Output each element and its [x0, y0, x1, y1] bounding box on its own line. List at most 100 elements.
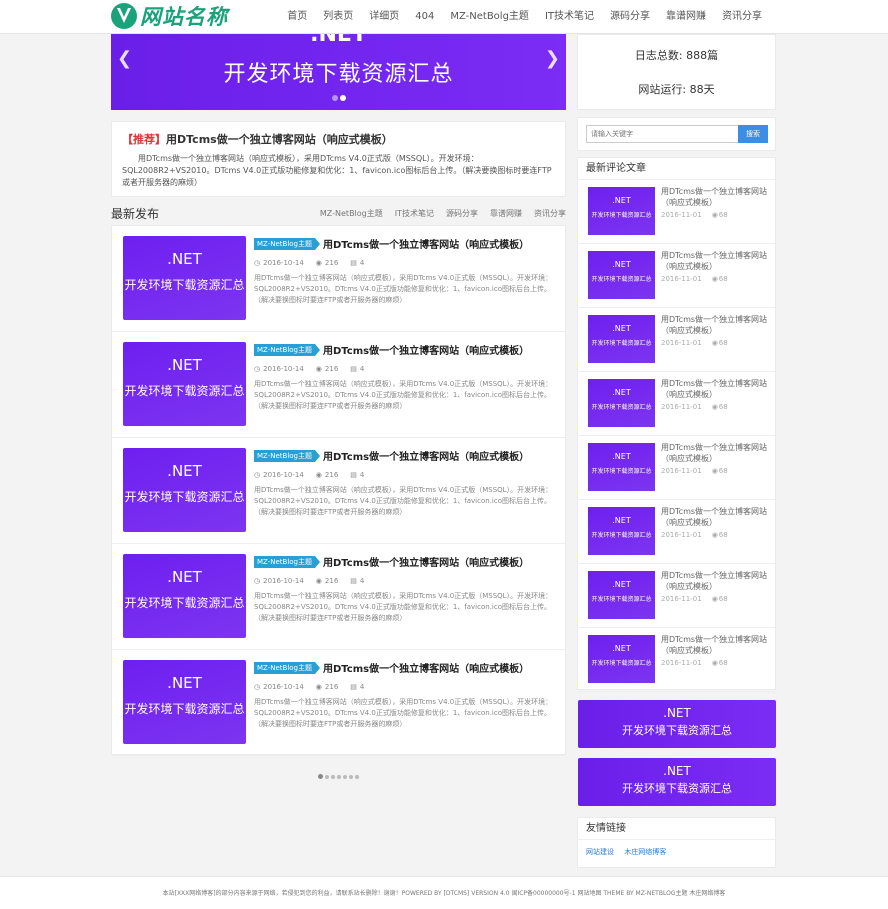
- comment-article-title[interactable]: 用DTcms做一个独立博客网站（响应式模板）: [661, 442, 771, 464]
- category-tag[interactable]: MZ-NetBlog主题: [254, 237, 320, 250]
- comment-article-title[interactable]: 用DTcms做一个独立博客网站（响应式模板）: [661, 506, 771, 528]
- article-thumbnail[interactable]: .NET 开发环境下载资源汇总: [123, 342, 246, 426]
- comment-thumbnail[interactable]: .NET 开发环境下载资源汇总: [588, 635, 655, 683]
- category-tag[interactable]: MZ-NetBlog主题: [254, 555, 320, 568]
- comment-article-item[interactable]: .NET 开发环境下载资源汇总 用DTcms做一个独立博客网站（响应式模板） 2016…: [578, 244, 775, 308]
- nav-earn[interactable]: 靠谱网赚: [658, 0, 714, 34]
- ad-line2: 开发环境下载资源汇总: [622, 782, 732, 795]
- comment-date: 2016-11-01: [661, 467, 702, 475]
- article-body: MZ-NetBlog主题 用DTcms做一个独立博客网站（响应式模板） ◷ 2016-…: [254, 236, 556, 306]
- banner-carousel[interactable]: .NET 开发环境下载资源汇总 ❮ ❯: [111, 34, 566, 110]
- ad-banner-2[interactable]: .NET 开发环境下载资源汇总: [578, 758, 776, 806]
- comment-article-title[interactable]: 用DTcms做一个独立博客网站（响应式模板）: [661, 570, 771, 592]
- latest-tab-news[interactable]: 资讯分享: [534, 208, 566, 219]
- eye-icon: ◉: [711, 211, 718, 219]
- latest-tab-earn[interactable]: 靠谱网赚: [490, 208, 522, 219]
- chevron-left-icon[interactable]: ❮: [117, 48, 132, 69]
- recommend-label: 【推荐】: [122, 133, 166, 146]
- comment-views: 68: [718, 467, 728, 475]
- comment-article-item[interactable]: .NET 开发环境下载资源汇总 用DTcms做一个独立博客网站（响应式模板） 2016…: [578, 628, 775, 692]
- comment-views: 68: [718, 211, 728, 219]
- comment-article-title[interactable]: 用DTcms做一个独立博客网站（响应式模板）: [661, 250, 771, 272]
- comment-article-item[interactable]: .NET 开发环境下载资源汇总 用DTcms做一个独立博客网站（响应式模板） 2016…: [578, 436, 775, 500]
- latest-tab-source[interactable]: 源码分享: [446, 208, 478, 219]
- article-desc: 用DTcms做一个独立博客网站（响应式模板），采用DTcms V4.0正式版（M…: [254, 592, 553, 622]
- nav-it-notes[interactable]: IT技术笔记: [537, 0, 602, 34]
- article-thumbnail[interactable]: .NET 开发环境下载资源汇总: [123, 448, 246, 532]
- chevron-right-icon[interactable]: ❯: [545, 48, 560, 69]
- comment-article-title[interactable]: 用DTcms做一个独立博客网站（响应式模板）: [661, 314, 771, 336]
- comment-thumbnail[interactable]: .NET 开发环境下载资源汇总: [588, 379, 655, 427]
- comment-article-item[interactable]: .NET 开发环境下载资源汇总 用DTcms做一个独立博客网站（响应式模板） 2016…: [578, 308, 775, 372]
- eye-icon: ◉: [315, 259, 322, 267]
- article-desc: 用DTcms做一个独立博客网站（响应式模板），采用DTcms V4.0正式版（M…: [254, 486, 553, 516]
- article-title[interactable]: 用DTcms做一个独立博客网站（响应式模板）: [323, 554, 529, 569]
- article-title[interactable]: 用DTcms做一个独立博客网站（响应式模板）: [323, 236, 529, 251]
- comment-views: 68: [718, 339, 728, 347]
- article-item[interactable]: .NET 开发环境下载资源汇总 MZ-NetBlog主题 用DTcms做一个独立博客网…: [112, 544, 565, 650]
- article-item[interactable]: .NET 开发环境下载资源汇总 MZ-NetBlog主题 用DTcms做一个独立博客网…: [112, 650, 565, 756]
- category-tag[interactable]: MZ-NetBlog主题: [254, 343, 320, 356]
- search-button[interactable]: 搜索: [738, 125, 768, 143]
- article-title[interactable]: 用DTcms做一个独立博客网站（响应式模板）: [323, 448, 529, 463]
- article-body: MZ-NetBlog主题 用DTcms做一个独立博客网站（响应式模板） ◷ 2016-…: [254, 660, 556, 730]
- article-thumbnail[interactable]: .NET 开发环境下载资源汇总: [123, 660, 246, 744]
- carousel-dot-active[interactable]: [339, 95, 346, 101]
- article-item[interactable]: .NET 开发环境下载资源汇总 MZ-NetBlog主题 用DTcms做一个独立博客网…: [112, 226, 565, 332]
- nav-news[interactable]: 资讯分享: [714, 0, 770, 34]
- latest-tab-theme[interactable]: MZ-NetBlog主题: [320, 208, 383, 219]
- article-title[interactable]: 用DTcms做一个独立博客网站（响应式模板）: [323, 660, 529, 675]
- friend-link[interactable]: 木庄网络博客: [624, 848, 666, 856]
- carousel-dot[interactable]: [331, 95, 338, 101]
- comment-article-title[interactable]: 用DTcms做一个独立博客网站（响应式模板）: [661, 186, 771, 208]
- ad-banner-1[interactable]: .NET 开发环境下载资源汇总: [578, 700, 776, 748]
- search-box: 搜索: [577, 117, 776, 151]
- article-item[interactable]: .NET 开发环境下载资源汇总 MZ-NetBlog主题 用DTcms做一个独立博客网…: [112, 438, 565, 544]
- page-dot-active[interactable]: [318, 774, 323, 779]
- page-dot[interactable]: [337, 775, 341, 779]
- article-date: 2016-10-14: [263, 365, 304, 373]
- page-dot[interactable]: [331, 775, 335, 779]
- comment-thumbnail[interactable]: .NET 开发环境下载资源汇总: [588, 443, 655, 491]
- comment-thumbnail[interactable]: .NET 开发环境下载资源汇总: [588, 507, 655, 555]
- nav-theme[interactable]: MZ-NetBolg主题: [442, 0, 537, 34]
- nav-404[interactable]: 404: [407, 0, 442, 34]
- eye-icon: ◉: [315, 683, 322, 691]
- search-input[interactable]: [586, 125, 739, 143]
- comment-meta: 2016-11-01 ◉ 68: [661, 467, 771, 475]
- article-thumbnail[interactable]: .NET 开发环境下载资源汇总: [123, 236, 246, 320]
- article-item[interactable]: .NET 开发环境下载资源汇总 MZ-NetBlog主题 用DTcms做一个独立博客网…: [112, 332, 565, 438]
- comment-thumbnail[interactable]: .NET 开发环境下载资源汇总: [588, 571, 655, 619]
- page-dot[interactable]: [343, 775, 347, 779]
- comment-thumbnail[interactable]: .NET 开发环境下载资源汇总: [588, 315, 655, 363]
- recommend-title[interactable]: 【推荐】用DTcms做一个独立博客网站（响应式模板）: [122, 131, 555, 147]
- comment-thumbnail[interactable]: .NET 开发环境下载资源汇总: [588, 187, 655, 235]
- comment-meta: 2016-11-01 ◉ 68: [661, 211, 771, 219]
- clock-icon: ◷: [254, 577, 261, 585]
- article-thumbnail[interactable]: .NET 开发环境下载资源汇总: [123, 554, 246, 638]
- eye-icon: ◉: [315, 471, 322, 479]
- comment-article-item[interactable]: .NET 开发环境下载资源汇总 用DTcms做一个独立博客网站（响应式模板） 2016…: [578, 564, 775, 628]
- article-title[interactable]: 用DTcms做一个独立博客网站（响应式模板）: [323, 342, 529, 357]
- nav-home[interactable]: 首页: [279, 0, 315, 34]
- comment-meta: 2016-11-01 ◉ 68: [661, 339, 771, 347]
- friend-link[interactable]: 网站建设: [586, 848, 614, 856]
- article-views: 216: [324, 471, 339, 479]
- category-tag[interactable]: MZ-NetBlog主题: [254, 661, 320, 674]
- nav-source[interactable]: 源码分享: [602, 0, 658, 34]
- comment-article-title[interactable]: 用DTcms做一个独立博客网站（响应式模板）: [661, 634, 771, 656]
- page-dot[interactable]: [349, 775, 353, 779]
- nav-list[interactable]: 列表页: [315, 0, 361, 34]
- page-dot[interactable]: [355, 775, 359, 779]
- comment-article-item[interactable]: .NET 开发环境下载资源汇总 用DTcms做一个独立博客网站（响应式模板） 2016…: [578, 180, 775, 244]
- comment-date: 2016-11-01: [661, 275, 702, 283]
- nav-detail[interactable]: 详细页: [361, 0, 407, 34]
- page-dot[interactable]: [325, 775, 329, 779]
- comment-article-item[interactable]: .NET 开发环境下载资源汇总 用DTcms做一个独立博客网站（响应式模板） 2016…: [578, 372, 775, 436]
- category-tag[interactable]: MZ-NetBlog主题: [254, 449, 320, 462]
- comment-article-item[interactable]: .NET 开发环境下载资源汇总 用DTcms做一个独立博客网站（响应式模板） 2016…: [578, 500, 775, 564]
- comment-thumbnail[interactable]: .NET 开发环境下载资源汇总: [588, 251, 655, 299]
- latest-tab-it[interactable]: IT技术笔记: [395, 208, 434, 219]
- comment-article-title[interactable]: 用DTcms做一个独立博客网站（响应式模板）: [661, 378, 771, 400]
- site-logo[interactable]: 网站名称: [111, 2, 228, 30]
